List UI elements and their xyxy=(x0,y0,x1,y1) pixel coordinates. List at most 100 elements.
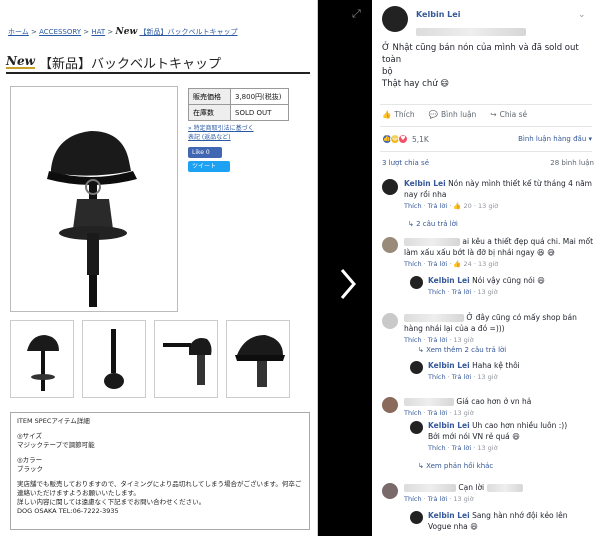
price-stock-table: 販売価格 3,800円(税抜) 在庫数 SOLD OUT xyxy=(188,88,289,121)
comment-icon: 💬 xyxy=(428,110,438,119)
view-other-replies-link[interactable]: ↳ Xem phản hồi khác xyxy=(418,462,493,470)
reply-reply-link[interactable]: Trả lời xyxy=(452,373,471,381)
comment-item: Ở đây cũng có mấy shop bán hàng nhái lại… xyxy=(382,312,597,346)
view-replies-link[interactable]: ↳ 2 câu trả lời xyxy=(408,220,458,228)
notice-line-3: 詳しい内容に関しては遠慮なく下記までお問い合わせください。 xyxy=(17,498,206,506)
expand-icon[interactable]: ⤢ xyxy=(352,7,361,21)
replier-name[interactable]: Kelbin Lei xyxy=(428,421,470,430)
reply-reply-link[interactable]: Trả lời xyxy=(452,288,471,296)
price-value: 3,800円(税抜) xyxy=(230,88,289,105)
comment-like-link[interactable]: Thích xyxy=(404,260,422,268)
more-options-icon[interactable]: ⌄ xyxy=(578,10,586,20)
reply-text: Haha kệ thôi xyxy=(472,361,520,370)
share-action[interactable]: ↪ Chia sẻ xyxy=(490,110,527,119)
item-spec-box: ITEM SPECアイテム詳細 ◎サイズ マジックテープで調節可能 ◎カラー ブ… xyxy=(10,412,310,530)
comment-action[interactable]: 💬 Bình luận xyxy=(429,110,477,119)
replier-avatar[interactable] xyxy=(410,361,423,374)
reply-text: Sang hàn nhớ đội kẻo lên xyxy=(472,511,568,520)
breadcrumb-hat[interactable]: HAT xyxy=(91,28,105,36)
comment-time: 13 giờ xyxy=(453,409,474,417)
fb-like-button[interactable]: Like 0 xyxy=(188,147,222,158)
post-stats: 3 lượt chia sẻ 28 bình luận xyxy=(382,159,594,167)
commenter-avatar[interactable] xyxy=(382,483,398,499)
replier-name[interactable]: Kelbin Lei xyxy=(428,511,470,520)
replier-avatar[interactable] xyxy=(410,421,423,434)
replier-avatar[interactable] xyxy=(410,511,423,524)
replier-name[interactable]: Kelbin Lei xyxy=(428,276,470,285)
comment-reply-link[interactable]: Trả lời xyxy=(428,202,447,210)
reply-like-link[interactable]: Thích xyxy=(428,373,446,381)
comment-sort-dropdown[interactable]: Bình luận hàng đầu ▾ xyxy=(518,135,592,143)
comment-item: Cạn lời Thích · Trả lời · 13 giờ xyxy=(382,482,597,505)
share-action-label: Chia sẻ xyxy=(499,110,528,119)
next-arrow-icon[interactable] xyxy=(338,266,358,306)
reply-like-link[interactable]: Thích xyxy=(428,288,446,296)
replier-avatar[interactable] xyxy=(410,276,423,289)
comment-like-link[interactable]: Thích xyxy=(404,495,422,503)
thumbnail-4[interactable] xyxy=(226,320,290,398)
comment-reply-link[interactable]: Trả lời xyxy=(428,409,447,417)
comment-text: Giá cao hơn ở vn hả xyxy=(456,397,532,406)
thumbs-up-icon: 👍 xyxy=(453,202,462,210)
legal-link[interactable]: » 特定商取引法に基づく 表記 (返品など) xyxy=(188,124,254,142)
author-name[interactable]: Kelbin Lei xyxy=(416,10,526,19)
facebook-post: Kelbin Lei ⌄ Ở Nhật cũng bán nón của mìn… xyxy=(372,0,600,536)
comment-count[interactable]: 28 bình luận xyxy=(550,159,594,167)
thumbnail-strip xyxy=(10,320,290,398)
product-title-row: New 【新品】バックベルトキャップ xyxy=(6,53,221,72)
tweet-button[interactable]: ツイート xyxy=(188,161,230,172)
comment-item: Kelbin Lei Nón này mình thiết kế từ thán… xyxy=(382,178,597,212)
reply-item: Kelbin Lei Haha kệ thôi Thích · Trả lời … xyxy=(410,360,590,383)
commenter-name[interactable]: Kelbin Lei xyxy=(404,179,446,188)
comment-time: 13 giờ xyxy=(477,260,499,268)
love-reaction-icon: ♥ xyxy=(398,134,408,144)
breadcrumb-current[interactable]: 【新品】バックベルトキャップ xyxy=(139,28,237,36)
reply-time: 13 giờ xyxy=(477,373,498,381)
like-action[interactable]: 👍 Thích xyxy=(382,110,415,119)
comment-item: Giá cao hơn ở vn hả Thích · Trả lời · 13… xyxy=(382,396,597,419)
comment-like-link[interactable]: Thích xyxy=(404,202,422,210)
thumbnail-1[interactable] xyxy=(10,320,74,398)
reactions-summary[interactable]: 👍 😆 ♥ 5,1K xyxy=(382,134,429,144)
shop-page: ホーム > ACCESSORY > HAT > New 【新品】バックベルトキャ… xyxy=(0,0,318,536)
comment-like-link[interactable]: Thích xyxy=(404,409,422,417)
title-divider xyxy=(6,72,310,74)
product-main-image[interactable] xyxy=(10,86,178,312)
color-text: ブラック xyxy=(17,465,43,473)
comment-text: Cạn lời xyxy=(458,483,485,492)
legal-link-line2[interactable]: 表記 (返品など) xyxy=(188,133,254,142)
commenter-avatar[interactable] xyxy=(382,313,398,329)
reply-reply-link[interactable]: Trả lời xyxy=(452,444,471,452)
divider xyxy=(380,151,592,152)
commenter-avatar[interactable] xyxy=(382,397,398,413)
comment-reply-link[interactable]: Trả lời xyxy=(428,336,447,344)
reply-text-2: Bởi mới nói VN rẻ quá 😄 xyxy=(428,432,520,441)
breadcrumb-accessory[interactable]: ACCESSORY xyxy=(39,28,81,36)
post-line-2: bộ xyxy=(382,67,393,77)
breadcrumb-new-badge: New xyxy=(115,27,138,37)
reply-like-link[interactable]: Thích xyxy=(428,444,446,452)
commenter-name-blurred xyxy=(404,484,456,492)
comment-like-link[interactable]: Thích xyxy=(404,336,422,344)
comment-reply-link[interactable]: Trả lời xyxy=(428,260,447,268)
notice-line-2: 連絡いただけますようお願いいたします。 xyxy=(17,489,140,497)
thumbnail-3[interactable] xyxy=(154,320,218,398)
item-spec-heading: ITEM SPECアイテム詳細 xyxy=(17,417,90,425)
commenter-avatar[interactable] xyxy=(382,237,398,253)
size-label: ◎サイズ xyxy=(17,432,42,440)
notice-line-1: 実店舗でも販売しておりますので、タイミングにより品切れしてしまう場合がございます… xyxy=(17,480,302,488)
breadcrumb-home[interactable]: ホーム xyxy=(8,28,29,36)
commenter-avatar[interactable] xyxy=(382,179,398,195)
reply-time: 13 giờ xyxy=(477,288,498,296)
price-label: 販売価格 xyxy=(188,88,231,105)
thumbnail-2[interactable] xyxy=(82,320,146,398)
commenter-name-blurred xyxy=(404,314,464,322)
share-count[interactable]: 3 lượt chia sẻ xyxy=(382,159,429,167)
replier-name[interactable]: Kelbin Lei xyxy=(428,361,470,370)
author-avatar[interactable] xyxy=(382,6,408,32)
comment-reply-link[interactable]: Trả lời xyxy=(428,495,447,503)
commenter-name-blurred xyxy=(404,398,454,406)
legal-link-line1[interactable]: » 特定商取引法に基づく xyxy=(188,124,254,133)
product-title: 【新品】バックベルトキャップ xyxy=(38,57,221,72)
view-more-replies-link[interactable]: ↳ Xem thêm 2 câu trả lời xyxy=(418,346,506,354)
